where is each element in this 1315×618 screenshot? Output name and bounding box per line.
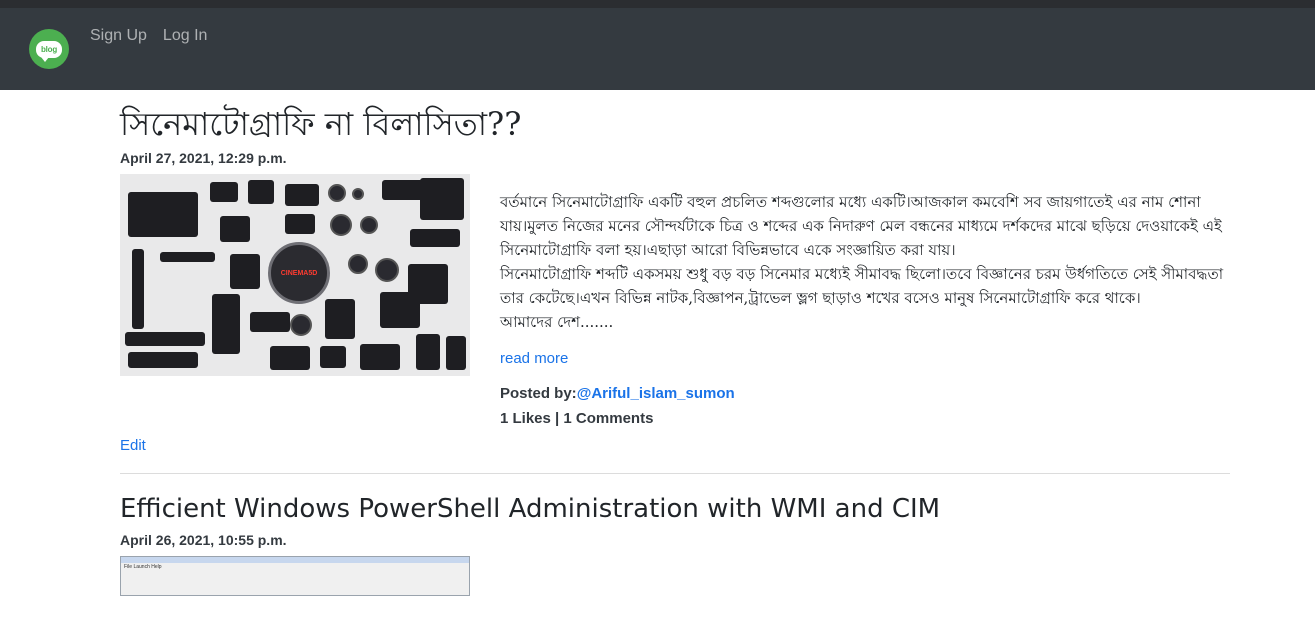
signup-link[interactable]: Sign Up (90, 27, 147, 45)
post-content-row: CINEMA5D বর্তমানে সিনেমাটোগ্রাফি একটি বহ… (120, 174, 1230, 427)
post-thumbnail[interactable]: File Launch Help (120, 556, 470, 596)
post-thumbnail[interactable]: CINEMA5D (120, 174, 470, 376)
post-title[interactable]: Efficient Windows PowerShell Administrat… (120, 492, 1230, 526)
post-title[interactable]: সিনেমাটোগ্রাফি না বিলাসিতা?? (120, 104, 1230, 144)
read-more-link[interactable]: read more (500, 350, 568, 367)
posted-by-label: Posted by: (500, 385, 577, 402)
post-body: বর্তমানে সিনেমাটোগ্রাফি একটি বহুল প্রচলি… (500, 174, 1230, 427)
post-date: April 26, 2021, 10:55 p.m. (120, 532, 287, 548)
window-top-strip (0, 0, 1315, 8)
window-menu: File Launch Help (124, 564, 162, 570)
posted-by: Posted by:@Ariful_islam_sumon (500, 385, 1230, 402)
blog-logo[interactable]: blog (29, 29, 69, 69)
nav-links: Sign Up Log In (90, 27, 207, 45)
post-stats: 1 Likes | 1 Comments (500, 410, 654, 427)
cinema5d-disc: CINEMA5D (268, 242, 330, 304)
post-card: Efficient Windows PowerShell Administrat… (120, 492, 1230, 596)
logo-text: blog (40, 44, 58, 54)
post-divider (120, 473, 1230, 474)
post-card: সিনেমাটোগ্রাফি না বিলাসিতা?? April 27, 2… (120, 104, 1230, 454)
chat-bubble-icon: blog (36, 40, 62, 62)
post-list: সিনেমাটোগ্রাফি না বিলাসিতা?? April 27, 2… (120, 90, 1230, 596)
post-excerpt: বর্তমানে সিনেমাটোগ্রাফি একটি বহুল প্রচলি… (500, 193, 1224, 331)
author-link[interactable]: @Ariful_islam_sumon (577, 385, 735, 402)
post-date: April 27, 2021, 12:29 p.m. (120, 150, 287, 166)
navbar: blog Sign Up Log In (0, 8, 1315, 90)
thumb-brand-label: CINEMA5D (280, 269, 318, 277)
edit-link[interactable]: Edit (120, 437, 146, 454)
login-link[interactable]: Log In (163, 27, 207, 45)
